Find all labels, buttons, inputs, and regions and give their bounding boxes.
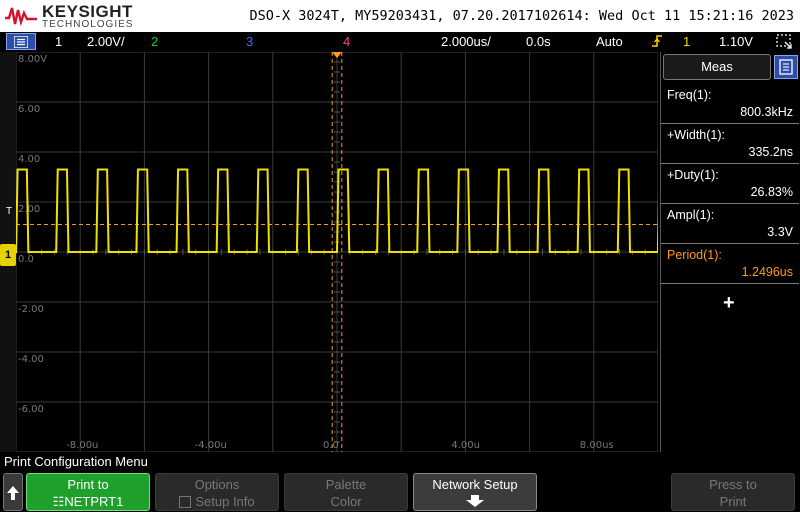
meas-value: 1.2496us [741, 265, 793, 279]
softkey-label: Options [194, 477, 240, 492]
timebase-scale[interactable]: 2.000us/ [441, 34, 491, 49]
softkey-label: Network Setup [432, 477, 518, 492]
add-measurement-button[interactable]: + [723, 292, 735, 315]
y-axis-label: 6.00 [18, 104, 40, 115]
measurement-panel: Meas Freq(1): 800.3kHz +Width(1): 335.2n… [660, 52, 800, 452]
softkey-bar: Print to ☷NETPRT1 Options Setup Info Pal… [0, 472, 800, 512]
setup-info-checkbox[interactable] [179, 496, 192, 508]
y-axis-label: 8.00V [18, 54, 47, 65]
network-setup-softkey[interactable]: Network Setup [413, 473, 537, 511]
y-axis-label: 4.00 [18, 154, 40, 165]
display-expand-icon[interactable] [775, 33, 793, 50]
panel-menu-button[interactable] [774, 55, 798, 79]
x-axis-label: 0.0 [323, 440, 339, 451]
softkey-value: Print [719, 494, 747, 509]
network-printer-icon: ☷ [52, 494, 65, 509]
palette-softkey[interactable]: Palette Color [284, 473, 408, 511]
menu-icon [14, 35, 28, 48]
rising-edge-trigger-icon [651, 34, 663, 51]
meas-item-period[interactable]: Period(1): 1.2496us [661, 244, 799, 284]
status-bar: 1 2.00V/ 2 3 4 2.000us/ 0.0s Auto 1 1.10… [0, 32, 800, 52]
time-delay[interactable]: 0.0s [526, 34, 551, 49]
meas-item-duty[interactable]: +Duty(1): 26.83% [661, 164, 799, 204]
meas-item-freq[interactable]: Freq(1): 800.3kHz [661, 84, 799, 124]
down-arrow-icon [414, 494, 536, 511]
instrument-info: DSO-X 3024T, MY59203431, 07.20.201710261… [249, 8, 794, 24]
softkey-label: Print to [67, 477, 109, 492]
x-axis-label: -8.00u [66, 440, 98, 451]
options-softkey[interactable]: Options Setup Info [155, 473, 279, 511]
keysight-wave-icon [5, 7, 37, 27]
channel-3-label[interactable]: 3 [246, 34, 253, 49]
meas-item-ampl[interactable]: Ampl(1): 3.3V [661, 204, 799, 244]
keysight-logo: KEYSIGHT TECHNOLOGIES [4, 2, 154, 30]
y-axis-label: -2.00 [18, 304, 44, 315]
meas-label: +Width(1): [667, 128, 726, 142]
softkey-value: Color [330, 494, 362, 509]
softkey-value: ☷NETPRT1 [52, 494, 124, 509]
trigger-position-marker [332, 52, 342, 58]
channel-2-label[interactable]: 2 [151, 34, 158, 49]
waveform-display[interactable]: 8.00V 6.00 4.00 2.00 0.0 -2.00 -4.00 -6.00 -8.00… [16, 52, 658, 452]
y-axis-label: 2.00 [18, 204, 40, 215]
x-axis-label: -4.00u [195, 440, 227, 451]
x-axis-label: 4.00u [451, 440, 480, 451]
menu-back-button[interactable] [3, 473, 23, 511]
meas-tab[interactable]: Meas [663, 54, 771, 80]
channel-1-ground-marker[interactable]: 1 [0, 244, 16, 266]
menu-icon [779, 59, 793, 75]
softkey-label: Press to [709, 477, 757, 492]
meas-value: 800.3kHz [740, 105, 793, 119]
meas-label: Period(1): [667, 248, 722, 262]
up-arrow-icon [7, 486, 19, 500]
y-axis-label: 0.0 [18, 254, 34, 265]
press-to-print-softkey[interactable]: Press to Print [671, 473, 795, 511]
meas-value: 26.83% [750, 185, 793, 199]
channel-1-scale[interactable]: 2.00V/ [87, 34, 125, 49]
meas-item-width[interactable]: +Width(1): 335.2ns [661, 124, 799, 164]
channel-1-label[interactable]: 1 [55, 34, 62, 49]
meas-label: +Duty(1): [667, 168, 719, 182]
header: KEYSIGHT TECHNOLOGIES DSO-X 3024T, MY592… [0, 0, 800, 32]
menu-title: Print Configuration Menu [4, 454, 148, 469]
meas-label: Freq(1): [667, 88, 712, 102]
y-axis-label: -6.00 [18, 404, 44, 415]
meas-value: 3.3V [767, 225, 793, 239]
trigger-source[interactable]: 1 [683, 34, 690, 49]
meas-label: Ampl(1): [667, 208, 715, 222]
main-menu-button[interactable] [6, 33, 36, 50]
softkey-label: Palette [325, 477, 367, 492]
y-axis-label: -4.00 [18, 354, 44, 365]
trigger-mode[interactable]: Auto [596, 34, 623, 49]
x-axis-label: 8.00us [580, 440, 614, 451]
brand-sub: TECHNOLOGIES [42, 19, 134, 30]
trigger-level[interactable]: 1.10V [719, 34, 753, 49]
channel-4-label[interactable]: 4 [343, 34, 350, 49]
trigger-level-marker: T [6, 206, 13, 217]
softkey-value: Setup Info [156, 494, 278, 509]
print-to-softkey[interactable]: Print to ☷NETPRT1 [26, 473, 150, 511]
meas-value: 335.2ns [748, 145, 793, 159]
